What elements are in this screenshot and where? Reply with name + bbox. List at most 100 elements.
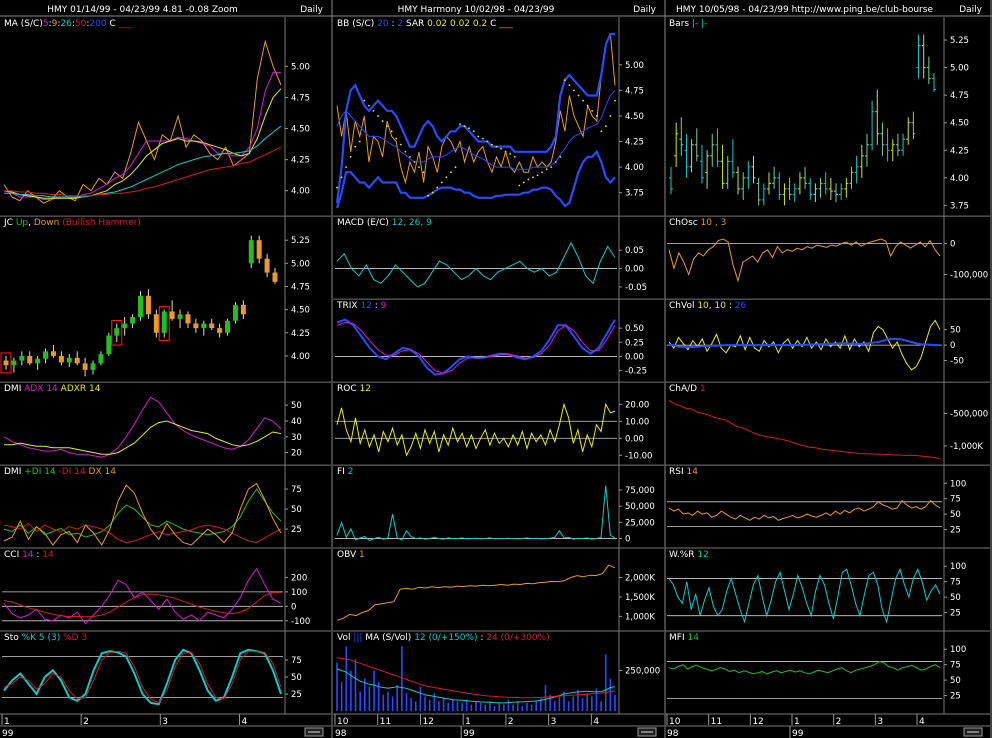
y-tick-label: 75 [291, 485, 302, 495]
y-tick-label: 75 [950, 661, 961, 671]
y-tick-label: 2,000K [625, 574, 655, 584]
panel-rsi: RSI 14 100 75 50 25 [665, 465, 990, 549]
y-tick-label: -0.25 [625, 367, 647, 377]
legend-item: 0.02 [447, 19, 470, 29]
legend-item: 12 [360, 301, 371, 311]
candle-body [240, 305, 246, 315]
period-selector[interactable]: Daily [959, 5, 982, 15]
panel-legend: ChOsc 10 , 3 [669, 218, 726, 228]
y-tick-label: 50 [950, 676, 961, 686]
legend-item: : [34, 550, 43, 560]
panel-legend: MA (S/C)5:9:26:50:200 C ___ [4, 19, 133, 29]
legend-item: MA (S/Vol) [362, 633, 411, 643]
legend-item: 26 [735, 301, 747, 311]
x-tick-label: 10 [337, 717, 349, 727]
y-tick-label: 4.25 [950, 146, 969, 156]
panel-wr: W.%R 12 100 75 50 25 [665, 548, 990, 632]
legend-item: ___ [496, 19, 513, 29]
legend-item: 14 [22, 550, 34, 560]
series-line-adxr [4, 420, 282, 455]
legend-item: 14 [42, 550, 54, 560]
series-line-bb-lower [335, 149, 616, 209]
candle-body [50, 351, 56, 356]
period-selector[interactable]: Daily [633, 5, 656, 15]
x-year-label: 98 [335, 729, 347, 738]
series-line-ma5 [3, 72, 281, 200]
series-line-close [336, 33, 616, 185]
series-line-adx [3, 396, 282, 458]
candle-body [185, 314, 191, 324]
sar-point [427, 194, 430, 197]
sar-point [381, 120, 384, 122]
y-tick-label: 4.75 [291, 93, 310, 103]
y-tick-label: 0 [291, 602, 296, 612]
y-tick-label: 50,000 [625, 502, 655, 512]
y-tick-label: 100 [950, 645, 966, 655]
panel-legend: TRIX 12 : 9 [336, 301, 387, 311]
panel-legend: MACD (E/C) 12, 26, 9 [337, 218, 432, 228]
panel-cci: CCI 14 : 14 200 100 0 -100 [0, 548, 331, 632]
panel-trix: TRIX 12 : 9 0.50 0.25 0.00 -0.25 [333, 299, 664, 383]
candle-body [19, 355, 25, 361]
panel-legend: ROC 12 [337, 384, 371, 394]
x-tick-label: 2 [83, 717, 89, 727]
series-line-cha-d [668, 400, 941, 460]
panel-chvol: ChVol 10, 10 : 26 50 0 -50 [665, 299, 990, 383]
series-line-cci-ma [3, 592, 281, 618]
y-tick-label: 20.00 [625, 400, 649, 410]
y-tick-label: 0.00 [625, 265, 644, 275]
legend-item: 10 , 3 [701, 218, 727, 228]
sar-point [527, 178, 530, 181]
panel-legend: W.%R 12 [669, 550, 709, 560]
y-tick-label: 5.25 [950, 36, 969, 46]
sar-point [399, 143, 402, 146]
y-tick-label: 50 [291, 401, 302, 411]
series-line-macd [336, 241, 616, 288]
series-line-close [3, 39, 282, 204]
panel-vol: Vol ||| MA (S/Vol) 12 (0/+150%) : 24 (0/… [333, 631, 664, 715]
legend-item: 14 [687, 633, 699, 643]
sar-point [413, 161, 416, 163]
y-tick-label: 4.75 [950, 91, 969, 101]
legend-item: : [726, 301, 735, 311]
x-year-label: 99 [2, 729, 14, 738]
y-tick-label: 0.25 [625, 338, 644, 348]
y-tick-label: 50 [291, 673, 302, 683]
y-tick-label: -50 [950, 357, 964, 367]
indicator-panels: MA (S/C)5:9:26:50:200 C ___ 5.00 4.75 4.50 4… [0, 0, 992, 738]
x-tick-label: 3 [877, 717, 883, 727]
x-tick-label: 11 [711, 717, 722, 727]
candle-body [138, 295, 143, 318]
y-tick-label: 25 [950, 609, 961, 619]
y-tick-label: 200 [291, 573, 307, 583]
header-row: HMY 01/14/99 - 04/23/99 4.81 -0.08 Zoom D… [0, 5, 992, 17]
legend-item: ChA/D [669, 384, 700, 394]
legend-item: SAR [403, 19, 424, 29]
series-line--k [3, 648, 282, 706]
panel-chad: ChA/D 1 -500,000 -1,000K [665, 382, 990, 466]
legend-item: %D 3 [60, 633, 87, 643]
y-tick-label: -100 [291, 617, 310, 627]
sar-point [568, 84, 571, 87]
x-tick-label: 2 [836, 717, 842, 727]
sar-point [472, 130, 475, 133]
panel-sto: Sto %K 5 (3) %D 3 75 50 25 [0, 631, 331, 715]
panel-mfi: MFI 14 100 75 50 25 [665, 631, 990, 715]
period-selector[interactable]: Daily [300, 5, 323, 15]
legend-item: 200 [89, 19, 106, 29]
candle-body [90, 363, 96, 370]
candle-body [209, 323, 215, 329]
y-tick-label: 1,500K [625, 593, 655, 603]
legend-item: DMI [4, 384, 24, 394]
candle-body [66, 357, 72, 363]
candle-body [225, 320, 231, 333]
candle-body [82, 363, 88, 370]
legend-item: FI [337, 467, 348, 477]
sar-point [495, 145, 498, 148]
panel-legend: DMI ADX 14 ADXR 14 [4, 384, 101, 394]
legend-item: ADX 14 [24, 384, 58, 394]
legend-item: 1 [359, 550, 365, 560]
sar-point [604, 125, 607, 128]
panel-roc: ROC 12 20.00 10.00 0.00 -10.00 [333, 382, 664, 466]
y-tick-label: 4.75 [625, 86, 644, 96]
